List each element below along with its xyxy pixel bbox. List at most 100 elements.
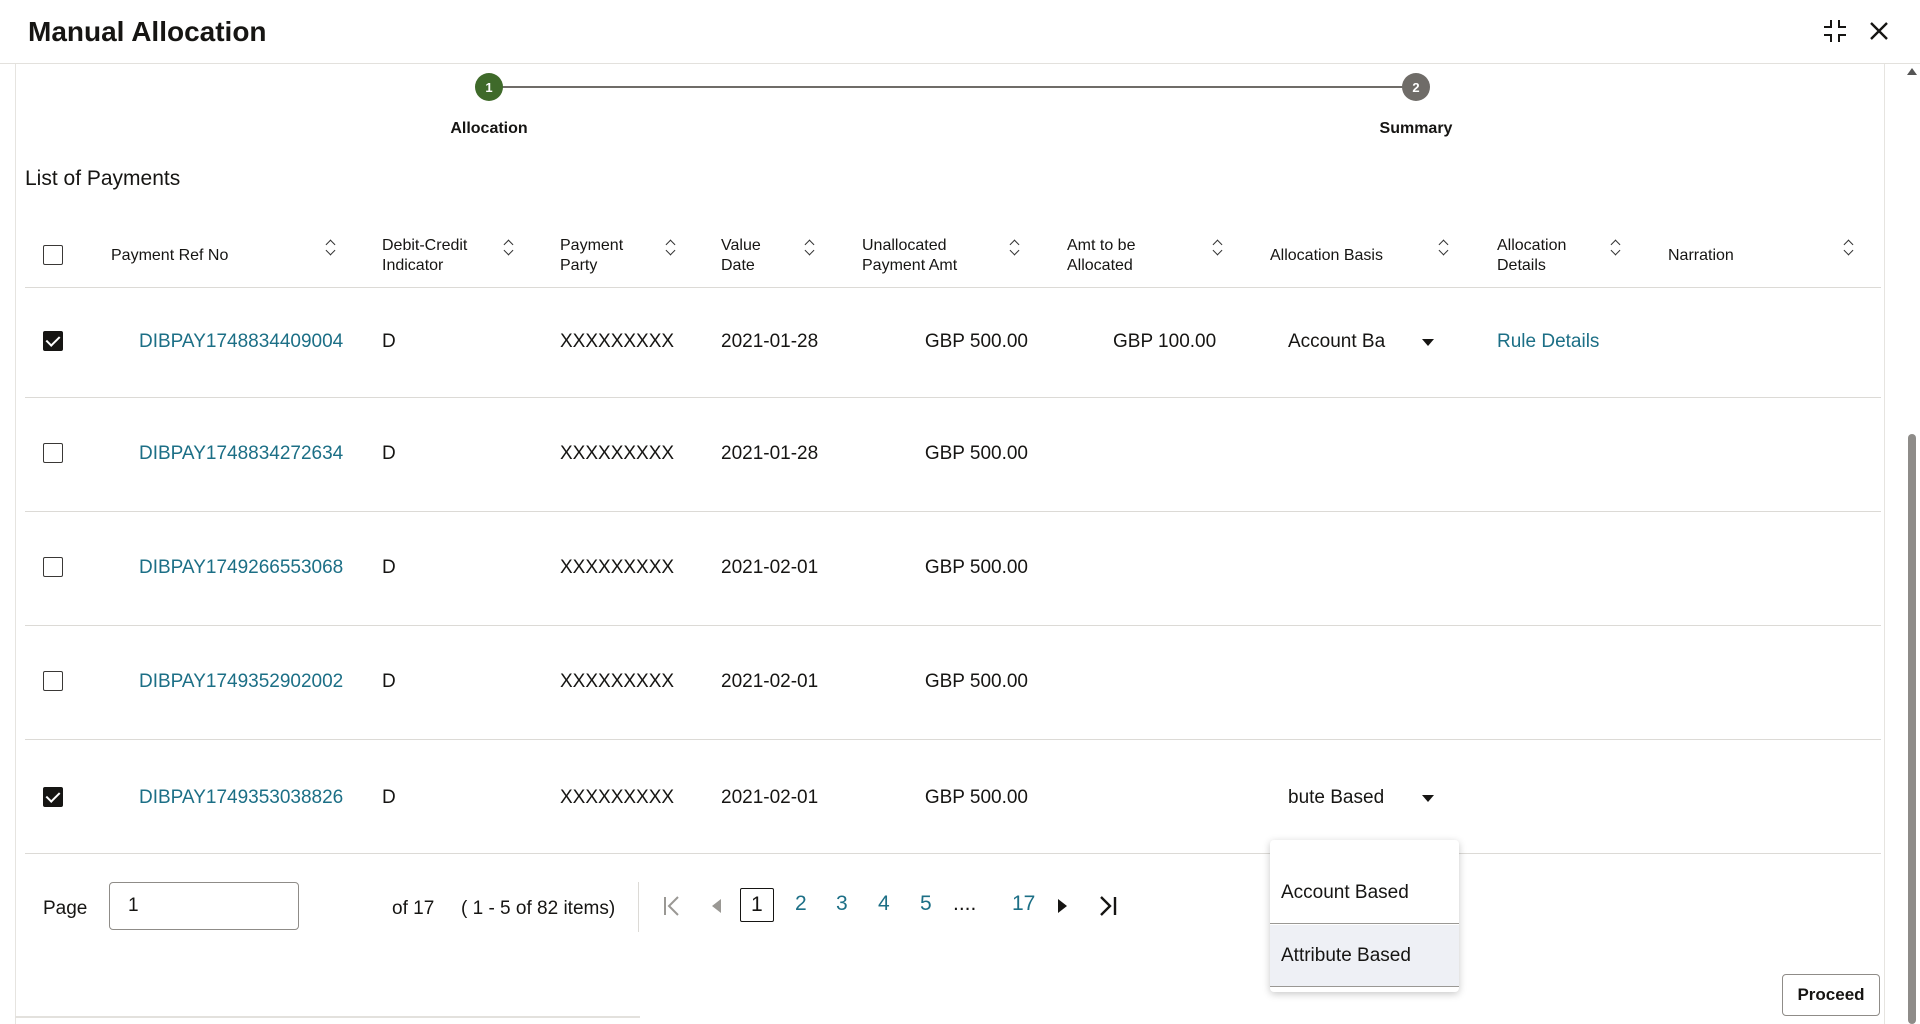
- payment-ref-link[interactable]: DIBPAY1749353038826: [139, 787, 343, 809]
- sort-icon[interactable]: [1610, 238, 1622, 256]
- col-label: Narration: [1668, 247, 1734, 264]
- table-row: DIBPAY1748834272634 D XXXXXXXXX 2021-01-…: [25, 398, 1881, 512]
- payment-ref-link[interactable]: DIBPAY1748834272634: [139, 443, 343, 465]
- sort-icon[interactable]: [1212, 238, 1224, 256]
- step-2-badge[interactable]: 2: [1402, 73, 1430, 101]
- prev-page-icon[interactable]: [701, 888, 731, 924]
- sort-icon[interactable]: [1438, 238, 1450, 256]
- page-2-button[interactable]: 2: [795, 892, 807, 916]
- page-label: Page: [43, 898, 88, 919]
- rule-details-link[interactable]: Rule Details: [1497, 331, 1599, 353]
- unallocated-amt: GBP 500.00: [924, 443, 1028, 464]
- unallocated-amt: GBP 500.00: [924, 787, 1028, 808]
- col-label: Unallocated: [862, 237, 947, 254]
- select-all-checkbox[interactable]: [43, 245, 63, 265]
- pagination: Page of 17 ( 1 - 5 of 82 items) 1 2 3 4 …: [25, 860, 1125, 932]
- payment-party-value: XXXXXXXXX: [560, 671, 675, 692]
- col-label: Allocation: [1497, 237, 1567, 254]
- row-checkbox[interactable]: [43, 331, 63, 351]
- section-title: List of Payments: [25, 167, 181, 190]
- proceed-button[interactable]: Proceed: [1782, 974, 1880, 1016]
- col-label: Payment: [560, 237, 624, 254]
- option-attribute-based[interactable]: Attribute Based: [1270, 925, 1459, 987]
- payment-party-value: XXXXXXXXX: [560, 787, 675, 808]
- allocation-basis-value: Account Ba: [1288, 331, 1386, 352]
- row-checkbox[interactable]: [43, 443, 63, 463]
- page-count: of 17: [392, 898, 435, 919]
- allocation-basis-listbox: Account Based Attribute Based: [1270, 840, 1459, 992]
- col-label: Payment Amt: [862, 257, 958, 274]
- debit-credit-value: D: [382, 671, 396, 692]
- payment-party-value: XXXXXXXXX: [560, 557, 675, 578]
- row-checkbox[interactable]: [43, 557, 63, 577]
- step-1-badge[interactable]: 1: [475, 73, 503, 101]
- scroll-up-icon[interactable]: [1907, 68, 1917, 75]
- unallocated-amt: GBP 500.00: [924, 331, 1028, 352]
- debit-credit-value: D: [382, 557, 396, 578]
- page-1-button[interactable]: 1: [740, 888, 774, 922]
- col-label: Date: [721, 257, 755, 274]
- page-input[interactable]: [109, 882, 299, 930]
- col-label: Allocation Basis: [1270, 247, 1383, 264]
- col-label: Value: [721, 237, 761, 254]
- footer-divider: [15, 1016, 640, 1018]
- col-unallocated-amt[interactable]: Unallocated Payment Amt: [862, 236, 957, 276]
- sort-icon[interactable]: [325, 238, 337, 256]
- debit-credit-value: D: [382, 787, 396, 808]
- value-date: 2021-01-28: [721, 443, 819, 464]
- unallocated-amt: GBP 500.00: [924, 671, 1028, 692]
- row-checkbox[interactable]: [43, 787, 63, 807]
- items-range: ( 1 - 5 of 82 items): [461, 898, 616, 919]
- allocation-basis-value: bute Based: [1288, 787, 1385, 808]
- value-date: 2021-01-28: [721, 331, 819, 352]
- train-stepper: 1 2 Allocation Summary: [0, 0, 1920, 150]
- value-date: 2021-02-01: [721, 671, 819, 692]
- step-2-label: Summary: [1379, 120, 1453, 137]
- option-account-based[interactable]: Account Based: [1270, 862, 1459, 924]
- next-page-icon[interactable]: [1048, 888, 1078, 924]
- payment-party-value: XXXXXXXXX: [560, 331, 675, 352]
- value-date: 2021-02-01: [721, 557, 819, 578]
- col-amt-to-allocate[interactable]: Amt to be Allocated: [1067, 236, 1135, 276]
- page-17-button[interactable]: 17: [1012, 892, 1035, 916]
- sort-icon[interactable]: [503, 238, 515, 256]
- allocation-basis-select[interactable]: Account Ba: [1270, 325, 1460, 359]
- sort-icon[interactable]: [665, 238, 677, 256]
- caret-down-icon: [1422, 339, 1434, 346]
- col-label: Payment Ref No: [111, 247, 229, 264]
- col-allocation-basis[interactable]: Allocation Basis: [1270, 236, 1383, 276]
- scroll-thumb[interactable]: [1908, 434, 1916, 1024]
- payment-ref-link[interactable]: DIBPAY1749266553068: [139, 557, 343, 579]
- page-ellipsis: ....: [953, 892, 977, 915]
- table-header: Payment Ref No Debit-Credit Indicator Pay…: [25, 222, 1881, 288]
- payment-party-value: XXXXXXXXX: [560, 443, 675, 464]
- payment-ref-link[interactable]: DIBPAY1749352902002: [139, 671, 343, 693]
- payment-ref-link[interactable]: DIBPAY1748834409004: [139, 331, 343, 353]
- allocation-basis-select[interactable]: bute Based: [1270, 781, 1460, 815]
- first-page-icon[interactable]: [657, 888, 687, 924]
- page-5-button[interactable]: 5: [920, 892, 932, 916]
- sort-icon[interactable]: [1009, 238, 1021, 256]
- col-label: Allocated: [1067, 257, 1133, 274]
- payments-table: Payment Ref No Debit-Credit Indicator Pay…: [25, 222, 1881, 854]
- col-label: Amt to be: [1067, 237, 1136, 254]
- page-3-button[interactable]: 3: [836, 892, 848, 916]
- vertical-scrollbar[interactable]: [1904, 64, 1920, 1024]
- page-4-button[interactable]: 4: [878, 892, 890, 916]
- caret-down-icon: [1422, 795, 1434, 802]
- sort-icon[interactable]: [1843, 238, 1855, 256]
- last-page-icon[interactable]: [1093, 888, 1123, 924]
- pager-divider: [638, 882, 639, 932]
- col-debit-credit[interactable]: Debit-Credit Indicator: [382, 236, 467, 276]
- col-payment-ref[interactable]: Payment Ref No: [111, 236, 228, 276]
- amt-to-allocate: GBP 100.00: [1113, 331, 1217, 352]
- row-checkbox[interactable]: [43, 671, 63, 691]
- table-row: DIBPAY1749352902002 D XXXXXXXXX 2021-02-…: [25, 626, 1881, 740]
- table-row: DIBPAY1748834409004 D XXXXXXXXX 2021-01-…: [25, 288, 1881, 398]
- col-value-date[interactable]: Value Date: [721, 236, 761, 276]
- col-allocation-details[interactable]: Allocation Details: [1497, 236, 1566, 276]
- col-narration[interactable]: Narration: [1668, 236, 1734, 276]
- col-payment-party[interactable]: Payment Party: [560, 236, 623, 276]
- stepper-line: [489, 86, 1415, 88]
- sort-icon[interactable]: [804, 238, 816, 256]
